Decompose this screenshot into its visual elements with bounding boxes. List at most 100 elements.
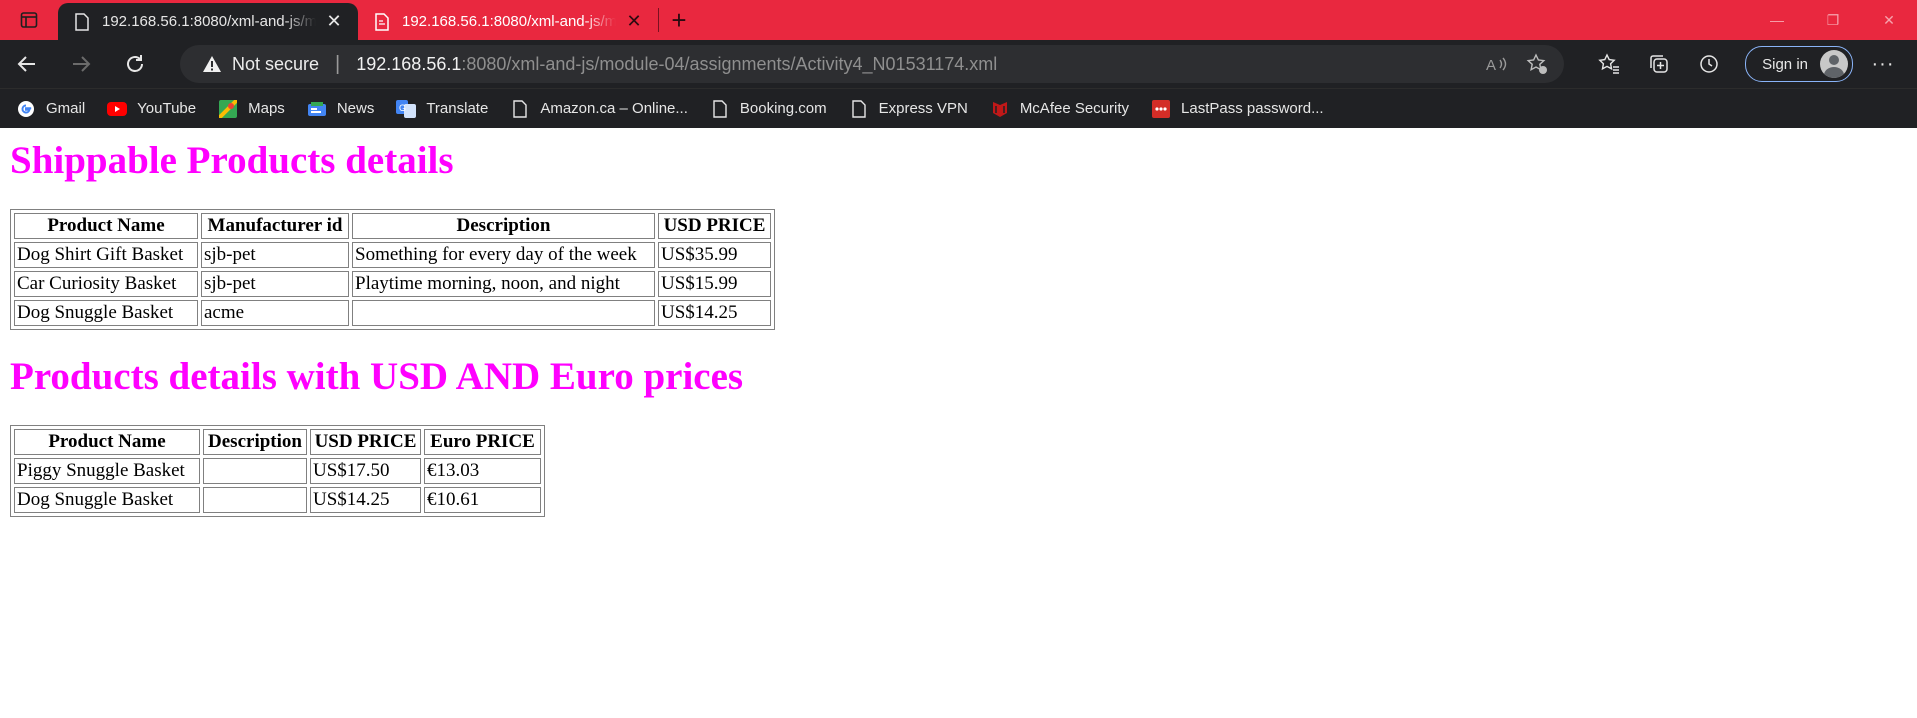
page-icon [710,99,730,119]
url-host: 192.168.56.1 [356,53,462,74]
table-cell: Car Curiosity Basket [14,270,198,297]
bookmark-label: Translate [426,100,489,117]
page-icon [510,99,530,119]
table-cell: Something for every day of the week [352,241,655,268]
table-header-row: Product Name Description USD PRICE Euro … [14,428,541,455]
profile-avatar-icon [1820,50,1848,78]
security-label: Not secure [232,53,320,74]
navigation-bar: Not secure | 192.168.56.1:8080/xml-and-j… [0,40,1917,88]
table-cell: Piggy Snuggle Basket [14,457,200,484]
usd-euro-products-table: Product Name Description USD PRICE Euro … [10,424,545,517]
bookmark-maps[interactable]: Maps [218,99,285,119]
new-tab-button[interactable]: + [659,0,699,40]
bookmark-booking[interactable]: Booking.com [710,99,827,119]
bookmark-label: News [336,100,375,117]
bookmark-expressvpn[interactable]: Express VPN [849,99,968,119]
warning-icon [203,56,221,72]
table-cell: Playtime morning, noon, and night [352,270,655,297]
url-path: :8080/xml-and-js/module-04/assignments/A… [461,53,998,74]
pdf-page-icon [375,12,389,31]
bookmark-label: Maps [248,100,285,117]
table-cell: US$14.25 [658,299,771,326]
forward-arrow-icon [73,56,91,72]
close-window-button[interactable]: ✕ [1861,0,1917,40]
table-cell: sjb-pet [201,241,349,268]
page-icon [849,99,869,119]
bookmark-news[interactable]: News [307,99,375,119]
window-controls: — ❐ ✕ [1749,0,1917,40]
shippable-products-table: Product Name Manufacturer id Description… [10,208,775,330]
column-header: Manufacturer id [201,212,349,239]
bookmark-label: LastPass password... [1181,100,1324,117]
table-row: Piggy Snuggle Basket US$17.50 €13.03 [14,457,541,484]
table-cell: sjb-pet [201,270,349,297]
refresh-icon [127,55,143,72]
tab-bar: 192.168.56.1:8080/xml-and-js/module-04/a… [0,0,1917,40]
section-heading: Shippable Products details [10,139,454,182]
table-cell: US$14.25 [310,486,421,513]
column-header: USD PRICE [658,212,771,239]
collections-icon [1650,55,1668,73]
bookmark-gmail[interactable]: Gmail [16,99,85,119]
table-cell: US$17.50 [310,457,421,484]
page-icon [75,12,89,31]
tab-actions-icon [20,12,38,28]
bookmark-mcafee[interactable]: McAfee Security [990,99,1129,119]
bookmarks-bar: Gmail YouTube Maps News G Translate Amaz… [0,88,1917,128]
restore-button[interactable]: ❐ [1805,0,1861,40]
minimize-button[interactable]: — [1749,0,1805,40]
favorites-button[interactable] [1589,44,1629,84]
tab-active[interactable]: 192.168.56.1:8080/xml-and-js/module-04/a… [58,3,358,40]
refresh-button[interactable] [108,40,162,88]
google-icon [16,99,36,119]
forward-button[interactable] [54,40,108,88]
bookmark-lastpass[interactable]: LastPass password... [1151,99,1324,119]
more-options-button[interactable]: ··· [1863,44,1903,84]
maps-icon [218,99,238,119]
translate-icon: G [396,99,417,119]
table-cell: Dog Snuggle Basket [14,299,198,326]
bookmark-label: Booking.com [739,100,827,117]
address-divider: | [335,52,341,75]
column-header: Product Name [14,428,200,455]
column-header: Description [352,212,655,239]
site-security-button[interactable]: Not secure [202,54,319,75]
table-cell: €13.03 [424,457,541,484]
bookmark-label: McAfee Security [1019,100,1130,117]
lastpass-icon [1151,99,1171,119]
collections-button[interactable] [1639,44,1679,84]
news-icon [307,99,327,119]
table-header-row: Product Name Manufacturer id Description… [14,212,771,239]
bookmark-label: Amazon.ca – Online... [540,100,688,117]
tab-inactive[interactable]: 192.168.56.1:8080/xml-and-js/module-04/a… [358,3,658,40]
add-favorite-icon[interactable] [1526,53,1548,75]
plus-icon: + [671,4,687,35]
svg-text:A: A [1486,57,1496,74]
more-icon: ··· [1871,52,1895,75]
bookmark-youtube[interactable]: YouTube [107,99,196,119]
history-button[interactable] [1689,44,1729,84]
table-row: Dog Snuggle Basket US$14.25 €10.61 [14,486,541,513]
table-cell: US$15.99 [658,270,771,297]
close-tab-icon[interactable]: ✕ [624,11,644,32]
url-text[interactable]: 192.168.56.1:8080/xml-and-js/module-04/a… [356,54,997,75]
table-cell [203,457,307,484]
favorites-icon [1598,53,1620,74]
bookmark-label: Gmail [46,100,86,117]
table-cell: acme [201,299,349,326]
read-aloud-icon[interactable]: A [1486,54,1508,74]
browser-toolbar: Sign in ··· [1589,44,1903,84]
back-arrow-icon [17,56,35,72]
address-bar[interactable]: Not secure | 192.168.56.1:8080/xml-and-j… [180,45,1564,83]
svg-text:G: G [399,103,406,113]
table-cell: Dog Snuggle Basket [14,486,200,513]
bookmark-translate[interactable]: G Translate [396,99,488,119]
close-tab-icon[interactable]: ✕ [324,11,344,32]
bookmark-label: YouTube [137,100,197,117]
bookmark-amazon[interactable]: Amazon.ca – Online... [510,99,688,119]
tab-actions-button[interactable] [0,0,58,40]
sign-in-button[interactable]: Sign in [1745,46,1853,82]
table-cell: €10.61 [424,486,541,513]
back-button[interactable] [0,40,54,88]
restore-icon: ❐ [1826,11,1840,28]
